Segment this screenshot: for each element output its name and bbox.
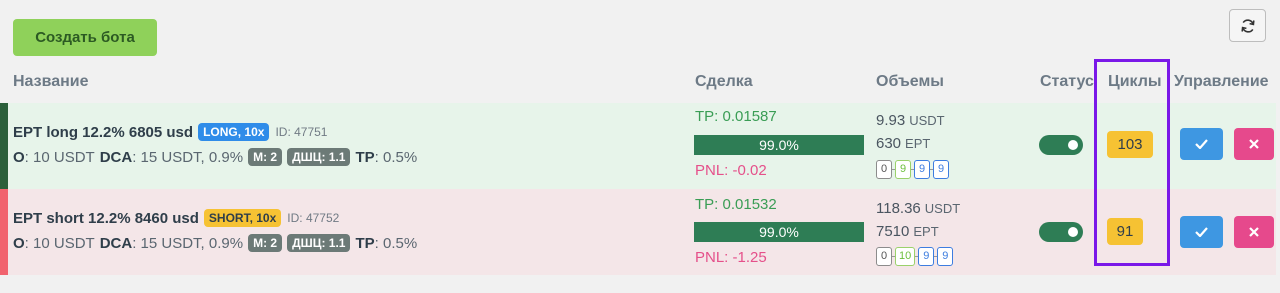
volume-usdt-unit: USDT: [909, 113, 945, 128]
bot-id: ID: 47752: [287, 211, 340, 225]
bot-row: EPT short 12.2% 8460 usd SHORT, 10x ID: …: [0, 189, 1276, 275]
so-box: 10: [895, 247, 916, 266]
bot-settings-line: O : 10 USDT DCA : 15 USDT, 0.9% M: 2 ДШЦ…: [13, 234, 422, 252]
m-chip: M: 2: [248, 234, 283, 252]
so-box: 9: [937, 247, 954, 266]
bot-id: ID: 47751: [275, 125, 328, 139]
toggle-knob: [1068, 227, 1078, 237]
check-icon: [1195, 227, 1208, 237]
header-name: Название: [13, 73, 89, 90]
header-cycles: Циклы: [1108, 73, 1162, 90]
dsh-chip: ДШЦ: 1.1: [287, 234, 351, 252]
row-status-stripe: [0, 189, 8, 275]
dca-label: DCA: [99, 234, 133, 252]
direction-badge: LONG, 10x: [198, 123, 270, 141]
tp-label: TP: [355, 148, 375, 166]
volume-usdt-value: 9.93: [876, 112, 906, 129]
deal-tp: TP: 0.01587: [695, 108, 777, 125]
so-box: 9: [914, 160, 930, 179]
volume-ept-value: 7510: [876, 223, 910, 240]
header-status: Статус: [1040, 73, 1094, 90]
so-box: 9: [933, 160, 949, 179]
row-status-stripe: [0, 103, 8, 189]
direction-badge: SHORT, 10x: [203, 209, 282, 227]
header-deal: Сделка: [695, 73, 753, 90]
volume-ept: 7510 EPT: [876, 223, 939, 240]
volume-ept: 630 EPT: [876, 135, 930, 152]
header-volumes: Объемы: [876, 73, 944, 90]
safety-orders-boxes: 0 10 9 9: [876, 247, 954, 266]
refresh-icon: [1240, 18, 1255, 33]
volume-usdt: 118.36 USDT: [876, 200, 960, 217]
so-box: 9: [895, 160, 911, 179]
so-box: 9: [918, 247, 935, 266]
tp-value: : 0.5%: [374, 148, 418, 166]
m-chip: M: 2: [248, 148, 283, 166]
volume-usdt-unit: USDT: [924, 201, 961, 216]
dca-value: : 15 USDT, 0.9%: [132, 234, 244, 252]
bot-settings-line: O : 10 USDT DCA : 15 USDT, 0.9% M: 2 ДШЦ…: [13, 148, 422, 166]
header-control: Управление: [1174, 73, 1269, 90]
order-value: : 10 USDT: [24, 234, 95, 252]
volume-ept-value: 630: [876, 135, 902, 152]
status-toggle[interactable]: [1039, 135, 1083, 155]
dca-value: : 15 USDT, 0.9%: [132, 148, 244, 166]
confirm-button[interactable]: [1180, 128, 1223, 160]
toggle-knob: [1068, 140, 1078, 150]
bot-name-line: EPT long 12.2% 6805 usd LONG, 10x ID: 47…: [13, 123, 327, 141]
volume-usdt: 9.93 USDT: [876, 112, 945, 129]
bot-name-line: EPT short 12.2% 8460 usd SHORT, 10x ID: …: [13, 209, 339, 227]
cycles-count: 91: [1107, 218, 1143, 245]
delete-button[interactable]: [1234, 216, 1274, 248]
bot-title[interactable]: EPT long 12.2% 6805 usd: [13, 124, 193, 141]
check-icon: [1195, 139, 1208, 149]
deal-progress-bar: 99.0%: [694, 135, 864, 155]
close-icon: [1249, 139, 1259, 149]
order-value: : 10 USDT: [24, 148, 95, 166]
delete-button[interactable]: [1234, 128, 1274, 160]
create-bot-button[interactable]: Создать бота: [13, 19, 157, 56]
dca-label: DCA: [99, 148, 133, 166]
tp-value: : 0.5%: [374, 234, 418, 252]
so-box: 0: [876, 160, 892, 179]
so-box: 0: [876, 247, 892, 266]
deal-progress-bar: 99.0%: [694, 222, 864, 242]
order-label: O: [13, 148, 25, 166]
order-label: O: [13, 234, 25, 252]
bot-row: EPT long 12.2% 6805 usd LONG, 10x ID: 47…: [0, 103, 1276, 189]
tp-label: TP: [355, 234, 375, 252]
dsh-chip: ДШЦ: 1.1: [287, 148, 351, 166]
deal-tp: TP: 0.01532: [695, 196, 777, 213]
deal-pnl: PNL: -0.02: [695, 162, 767, 179]
safety-orders-boxes: 0 9 9 9: [876, 160, 949, 179]
volume-usdt-value: 118.36: [876, 200, 921, 217]
volume-ept-unit: EPT: [905, 136, 931, 151]
confirm-button[interactable]: [1180, 216, 1223, 248]
status-toggle[interactable]: [1039, 222, 1083, 242]
cycles-count: 103: [1107, 131, 1153, 158]
close-icon: [1249, 227, 1259, 237]
volume-ept-unit: EPT: [913, 224, 939, 239]
refresh-button[interactable]: [1229, 9, 1266, 42]
deal-pnl: PNL: -1.25: [695, 249, 767, 266]
bot-title[interactable]: EPT short 12.2% 8460 usd: [13, 210, 199, 227]
